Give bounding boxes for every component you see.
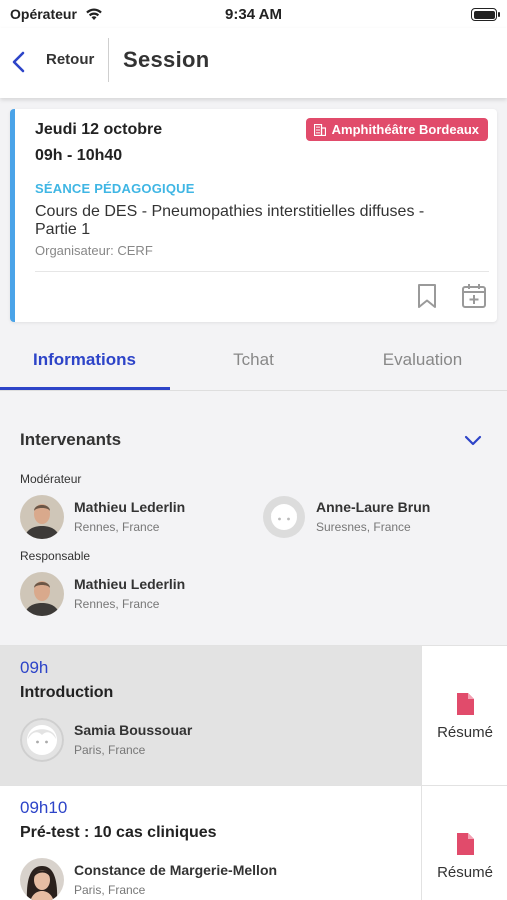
bookmark-icon[interactable] xyxy=(415,283,439,314)
tab-evaluation[interactable]: Evaluation xyxy=(338,350,507,370)
moderateur-label: Modérateur xyxy=(20,472,82,486)
speaker-name: Samia Boussouar xyxy=(74,722,193,738)
session-hours: 09h - 10h40 xyxy=(35,147,123,164)
calendar-add-icon[interactable] xyxy=(461,283,487,314)
document-icon xyxy=(455,692,475,721)
responsable-label: Responsable xyxy=(20,549,91,563)
session-date: Jeudi 12 octobre xyxy=(35,121,163,138)
building-icon xyxy=(313,123,326,136)
room-name: Amphithéâtre Bordeaux xyxy=(331,122,479,137)
chevron-down-icon[interactable] xyxy=(464,434,482,452)
intervenants-heading: Intervenants xyxy=(20,430,122,449)
avatar xyxy=(20,572,64,616)
talk-info[interactable]: 09h Introduction Samia Boussouar Paris, … xyxy=(0,646,421,786)
resume-label: Résumé xyxy=(437,864,493,881)
talk-title: Introduction xyxy=(20,684,114,701)
room-badge: Amphithéâtre Bordeaux xyxy=(305,118,488,141)
avatar xyxy=(20,858,64,900)
talk-time: 09h xyxy=(20,658,49,677)
clock: 9:34 AM xyxy=(225,6,282,23)
talk-title: Pré-test : 10 cas cliniques xyxy=(20,824,217,841)
tab-bar: Informations Tchat Evaluation xyxy=(0,336,507,391)
session-type: SÉANCE PÉDAGOGIQUE xyxy=(35,181,195,196)
resume-button[interactable]: Résumé xyxy=(421,786,507,900)
battery-icon xyxy=(471,8,500,21)
person-name: Mathieu Lederlin xyxy=(74,499,186,515)
avatar xyxy=(20,718,64,762)
resume-button[interactable]: Résumé xyxy=(421,646,507,786)
navigation-bar: Retour Session xyxy=(0,28,507,98)
card-divider xyxy=(35,271,489,272)
person-location: Rennes, France xyxy=(74,597,160,611)
person-name: Anne-Laure Brun xyxy=(316,499,431,515)
nav-divider xyxy=(108,38,109,82)
back-button[interactable]: Retour xyxy=(46,51,94,68)
person-location: Rennes, France xyxy=(74,520,160,534)
back-chevron-icon[interactable] xyxy=(8,50,30,74)
talk-row[interactable]: 09h Introduction Samia Boussouar Paris, … xyxy=(0,645,507,786)
person-location: Suresnes, France xyxy=(316,520,411,534)
session-card: Jeudi 12 octobre 09h - 10h40 Amphithéâtr… xyxy=(10,109,497,322)
intervenants-section: Intervenants Modérateur Mathieu Lederlin… xyxy=(0,392,507,644)
tab-tchat[interactable]: Tchat xyxy=(169,350,338,370)
session-organizer: Organisateur: CERF xyxy=(35,243,153,258)
page-title: Session xyxy=(123,47,210,72)
talk-row[interactable]: 09h10 Pré-test : 10 cas cliniques Consta… xyxy=(0,785,507,900)
talk-time: 09h10 xyxy=(20,798,68,817)
speaker-location: Paris, France xyxy=(74,743,146,757)
avatar xyxy=(20,495,64,539)
document-icon xyxy=(455,832,475,861)
tab-informations[interactable]: Informations xyxy=(0,350,169,370)
avatar xyxy=(262,495,306,539)
talk-info[interactable]: 09h10 Pré-test : 10 cas cliniques Consta… xyxy=(0,786,421,900)
speaker-location: Paris, France xyxy=(74,883,146,897)
status-bar: Opérateur 9:34 AM xyxy=(0,0,507,28)
session-title: Cours de DES - Pneumopathies interstitie… xyxy=(35,203,425,238)
person-name: Mathieu Lederlin xyxy=(74,576,186,592)
speaker-name: Constance de Margerie-Mellon xyxy=(74,862,278,878)
resume-label: Résumé xyxy=(437,724,493,741)
active-tab-indicator xyxy=(0,387,170,390)
